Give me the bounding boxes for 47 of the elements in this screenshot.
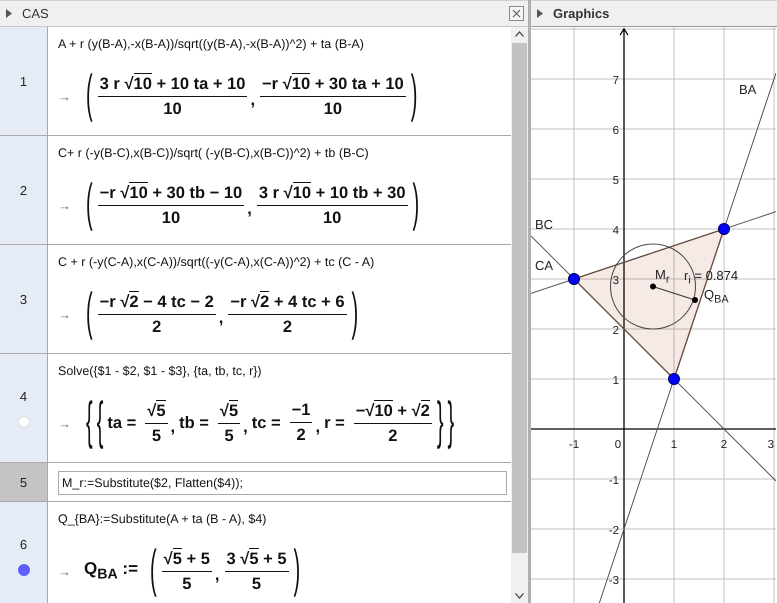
cas-input[interactable]: Q_{BA}:=Substitute(A + ta (B - A), $4) (58, 510, 511, 528)
cas-input[interactable]: Solve({$1 - $2, $1 - $3}, {ta, tb, tc, r}) (58, 362, 511, 380)
visibility-toggle[interactable] (18, 564, 30, 576)
row-number[interactable]: 3 (0, 245, 48, 353)
cas-input[interactable]: A + r (y(B-A),-x(B-A))/sqrt((y(B-A),-x(B-A))^2) + ta (B-A) (58, 35, 511, 53)
axis-label: -1 (608, 475, 619, 487)
axis-label: 2 (612, 325, 619, 337)
close-button[interactable]: × (509, 6, 524, 21)
result-arrow: → (58, 88, 72, 104)
axis-label: 1 (612, 375, 619, 387)
cas-input[interactable]: C + r (-y(C-A),x(C-A))/sqrt((-y(C-A),x(C-A))^2) + tc (C - A) (58, 253, 511, 271)
caret-icon[interactable] (6, 9, 12, 18)
axis-label: -2 (608, 525, 619, 537)
axis-label: -3 (608, 575, 619, 587)
cas-input[interactable]: C+ r (-y(B-C),x(B-C))/sqrt( (-y(B-C),x(B-C))^2) + tb (B-C) (58, 144, 511, 162)
result-arrow: → (58, 416, 72, 430)
axis-label: 6 (612, 125, 619, 137)
axis-label: 7 (612, 75, 619, 87)
row-number[interactable]: 5 (0, 463, 48, 501)
scrollbar[interactable] (511, 27, 528, 603)
object-label: BC (535, 217, 554, 233)
axis-label: 2 (720, 439, 728, 451)
row-number[interactable]: 2 (0, 136, 48, 244)
row-number[interactable]: 1 (0, 27, 48, 135)
axis-label: -1 (568, 439, 580, 451)
object-label: CA (535, 258, 554, 274)
panel-title: Graphics (553, 6, 610, 21)
axis-label: 4 (612, 225, 619, 237)
caret-icon[interactable] (515, 593, 524, 599)
panel-title: CAS (22, 6, 49, 21)
axis-label: 0 (614, 439, 622, 451)
result-arrow: → (58, 198, 72, 212)
axis-label: 3 (768, 439, 774, 451)
scrollbar-thumb[interactable] (512, 43, 527, 553)
result-arrow: → (58, 564, 72, 578)
axis-label: 3 (612, 275, 619, 287)
object-label: M$_{r}$ (655, 267, 670, 288)
axis-label: 1 (670, 439, 678, 451)
input-field[interactable]: M_r:=Substitute($2, Flatten($4)); (58, 471, 507, 495)
object-label: BA (739, 82, 756, 98)
result-arrow: → (58, 306, 72, 322)
row-number[interactable]: 4 (0, 354, 48, 462)
caret-icon[interactable] (515, 31, 524, 37)
row-number[interactable]: 6 (0, 502, 48, 603)
axis-label: 5 (612, 175, 619, 187)
object-label: Q$_{BA}$ (704, 287, 729, 308)
caret-icon[interactable] (537, 9, 543, 18)
